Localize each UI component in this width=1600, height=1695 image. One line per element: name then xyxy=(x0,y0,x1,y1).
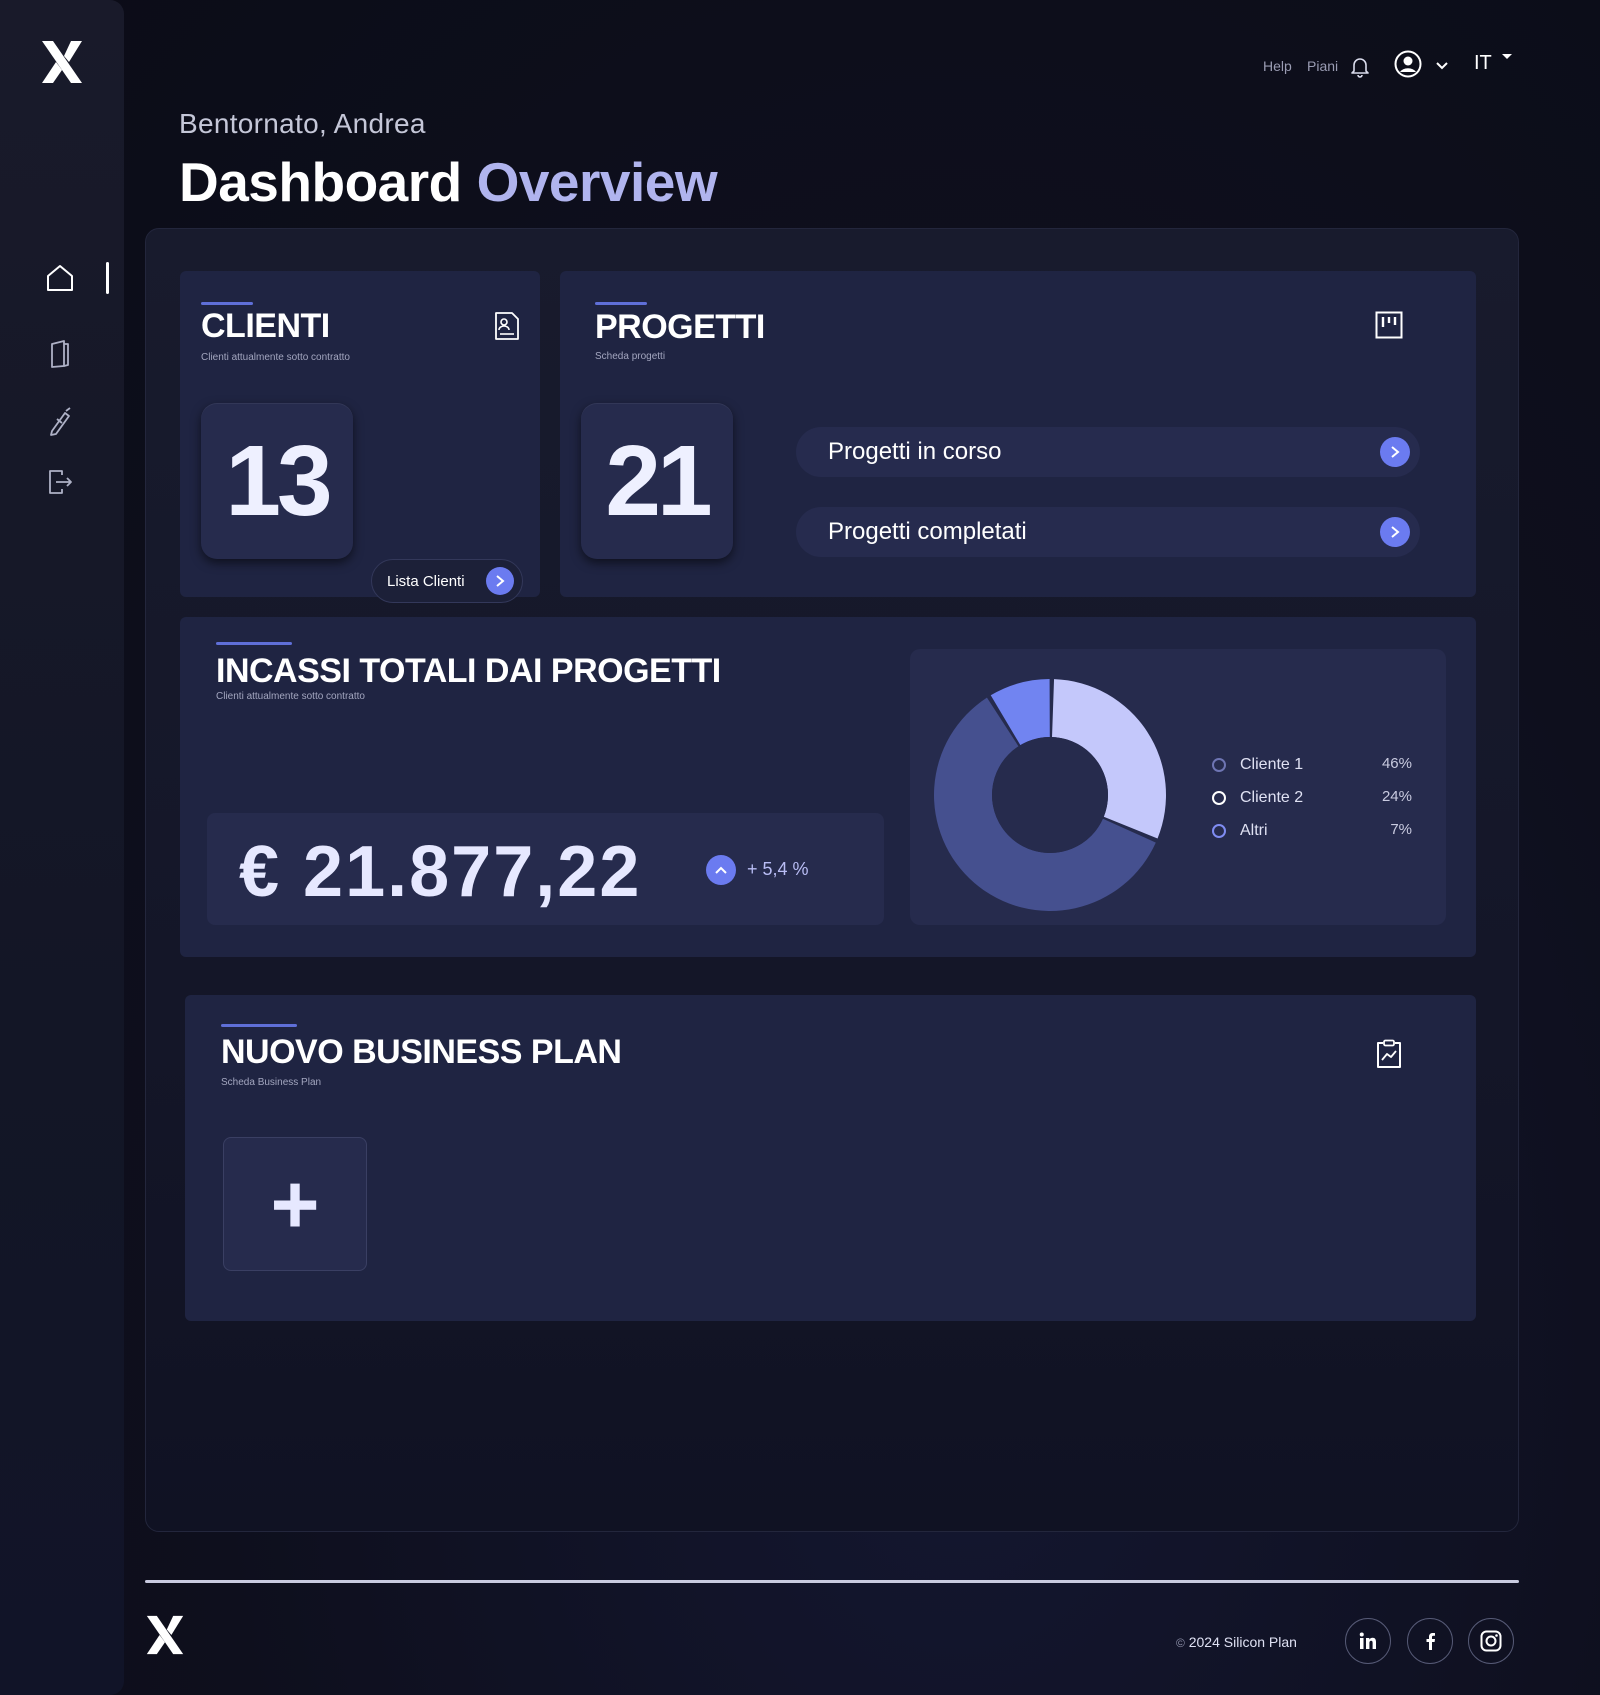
card-accent-line xyxy=(201,302,253,305)
clienti-count: 13 xyxy=(201,403,353,559)
clienti-card: CLIENTI Clienti attualmente sotto contra… xyxy=(180,271,540,603)
progetti-subtitle: Scheda progetti xyxy=(595,351,666,362)
help-link[interactable]: Help xyxy=(1263,58,1292,74)
legend-value: 24% xyxy=(1381,788,1412,805)
nav-active-indicator xyxy=(106,262,109,294)
language-selector[interactable]: IT xyxy=(1474,52,1513,75)
card-accent-line xyxy=(221,1024,297,1027)
card-accent-line xyxy=(595,302,647,305)
add-business-plan-button[interactable]: + xyxy=(223,1137,367,1271)
chart-clipboard-icon[interactable] xyxy=(1375,1039,1403,1074)
bell-icon[interactable] xyxy=(1350,56,1370,83)
progetti-in-corso-button[interactable]: Progetti in corso xyxy=(796,427,1420,477)
linkedin-icon[interactable] xyxy=(1345,1618,1391,1664)
footer-logo[interactable] xyxy=(145,1614,185,1656)
progetti-completati-button[interactable]: Progetti completati xyxy=(796,507,1420,557)
incassi-title: INCASSI TOTALI DAI PROGETTI xyxy=(216,652,721,690)
sidebar xyxy=(0,0,124,1695)
clienti-subtitle: Clienti attualmente sotto contratto xyxy=(201,352,350,363)
top-bar: Help Piani IT xyxy=(0,46,1600,86)
plans-link[interactable]: Piani xyxy=(1307,58,1338,74)
legend-item: Altri 7% xyxy=(1212,821,1412,841)
language-label: IT xyxy=(1474,52,1492,74)
copyright-symbol: © xyxy=(1176,1636,1185,1650)
lista-clienti-button[interactable]: Lista Clienti xyxy=(371,559,523,603)
card-accent-line xyxy=(216,642,292,645)
legend-label: Cliente 2 xyxy=(1240,789,1304,806)
chevron-right-icon xyxy=(1380,437,1410,467)
plus-icon: + xyxy=(270,1157,320,1251)
logo-icon xyxy=(146,1615,184,1655)
page-title-main: Dashboard xyxy=(179,151,462,213)
lista-clienti-label: Lista Clienti xyxy=(387,572,465,590)
business-plan-card: NUOVO BUSINESS PLAN Scheda Business Plan… xyxy=(185,995,1476,1321)
business-plan-title: NUOVO BUSINESS PLAN xyxy=(221,1033,622,1071)
progetti-in-corso-label: Progetti in corso xyxy=(828,438,1002,465)
nav-home[interactable] xyxy=(40,258,80,298)
logout-icon xyxy=(49,470,72,494)
legend-dot xyxy=(1212,758,1226,772)
amount-box: € 21.877,22 + 5,4 % xyxy=(207,813,884,925)
kanban-board-icon[interactable] xyxy=(1375,311,1403,344)
chevron-right-icon xyxy=(486,567,514,595)
progetti-completati-label: Progetti completati xyxy=(828,518,1027,545)
progetti-title: PROGETTI xyxy=(595,308,765,346)
legend-value: 46% xyxy=(1381,755,1412,772)
pen-icon xyxy=(50,407,71,436)
donut-chart xyxy=(934,679,1166,911)
business-plan-subtitle: Scheda Business Plan xyxy=(221,1077,322,1088)
donut-hole xyxy=(992,737,1108,853)
legend-item: Cliente 1 46% xyxy=(1212,755,1412,775)
legend-label: Cliente 1 xyxy=(1240,756,1304,773)
user-avatar-icon[interactable] xyxy=(1394,50,1422,83)
chevron-right-icon xyxy=(1380,517,1410,547)
page-title-accent: Overview xyxy=(476,151,718,213)
home-icon xyxy=(47,265,73,291)
nav-projects[interactable] xyxy=(40,334,80,374)
legend-label: Altri xyxy=(1240,822,1268,839)
trend-up-icon xyxy=(706,855,736,885)
facebook-icon[interactable] xyxy=(1407,1618,1453,1664)
copyright: © 2024 Silicon Plan xyxy=(1176,1634,1297,1650)
clienti-title: CLIENTI xyxy=(201,307,330,345)
caret-down-icon xyxy=(1501,54,1512,59)
nav-logout[interactable] xyxy=(40,462,80,502)
legend-dot xyxy=(1212,791,1226,805)
legend-dot xyxy=(1212,824,1226,838)
book-icon xyxy=(51,340,69,368)
instagram-icon[interactable] xyxy=(1468,1618,1514,1664)
chart-box: Cliente 1 46% Cliente 2 24% Altri 7% xyxy=(910,649,1446,925)
nav-business-plan[interactable] xyxy=(40,402,80,442)
legend-item: Cliente 2 24% xyxy=(1212,788,1412,808)
total-amount: € 21.877,22 xyxy=(239,832,642,912)
incassi-card: INCASSI TOTALI DAI PROGETTI Clienti attu… xyxy=(180,617,1476,957)
footer-divider xyxy=(145,1580,1519,1583)
progetti-card: PROGETTI Scheda progetti 21 Progetti in … xyxy=(560,271,1476,597)
contact-card-icon[interactable] xyxy=(494,311,520,346)
welcome-text: Bentornato, Andrea xyxy=(179,108,426,139)
progetti-count: 21 xyxy=(581,403,733,559)
incassi-subtitle: Clienti attualmente sotto contratto xyxy=(216,691,365,702)
copyright-text: 2024 Silicon Plan xyxy=(1188,1634,1297,1650)
main-panel: CLIENTI Clienti attualmente sotto contra… xyxy=(145,228,1519,1532)
page-title: Dashboard Overview xyxy=(179,150,718,214)
chevron-down-icon[interactable] xyxy=(1435,58,1449,76)
trend-percentage: + 5,4 % xyxy=(747,859,809,879)
legend-value: 7% xyxy=(1390,821,1412,838)
